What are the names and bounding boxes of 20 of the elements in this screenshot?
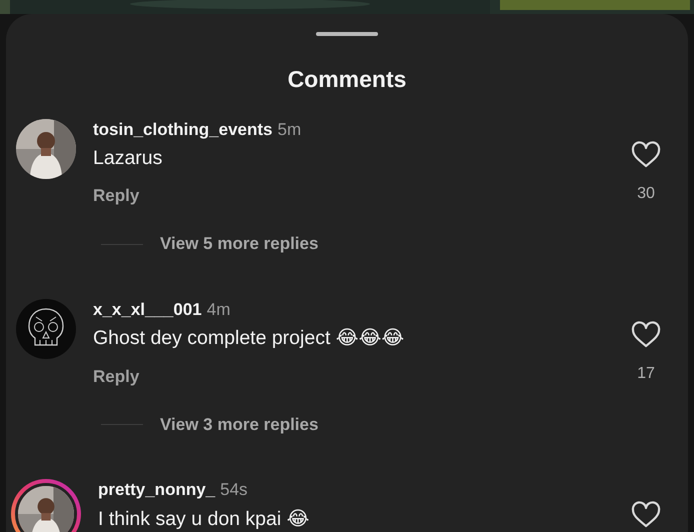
like-icon[interactable] [631, 140, 661, 168]
like-count: 17 [637, 364, 655, 384]
comment-time: 4m [206, 298, 230, 321]
username[interactable]: tosin_clothing_events [93, 116, 272, 142]
reply-link[interactable]: Reply [93, 364, 140, 389]
reply-link[interactable]: Reply [93, 183, 140, 209]
comment-text: Ghost dey complete project 😂😂😂 [93, 326, 406, 352]
view-replies-link[interactable]: View 5 more replies [160, 231, 318, 257]
view-replies-link[interactable]: View 3 more replies [160, 412, 318, 437]
drag-handle[interactable] [316, 32, 378, 36]
like-icon[interactable] [631, 320, 661, 348]
username[interactable]: x_x_xl___001 [93, 296, 202, 322]
comment-text: I think say u don kpai 😂 [98, 506, 310, 532]
sheet-title: Comments [286, 65, 408, 94]
comment-time: 5m [277, 118, 302, 140]
like-count: 30 [637, 184, 655, 204]
comment-text: Lazarus [93, 146, 164, 171]
comment-time: 54s [220, 479, 248, 501]
username[interactable]: pretty_nonny_ [98, 477, 216, 502]
like-icon[interactable] [631, 501, 661, 528]
